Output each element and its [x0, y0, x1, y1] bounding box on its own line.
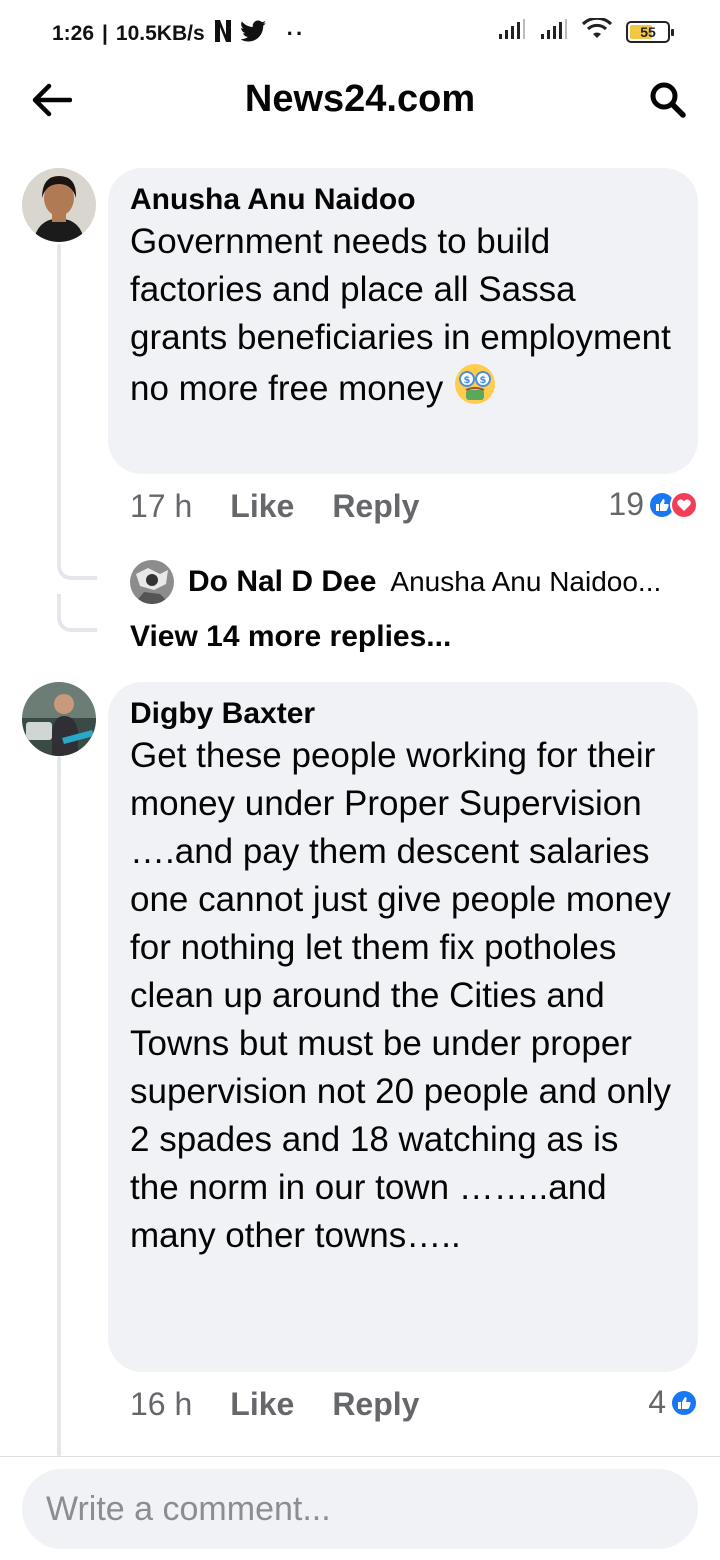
comment-text: Government needs to build factories and …: [130, 218, 676, 419]
comment-actions: 16 h Like Reply: [130, 1386, 457, 1423]
comment-time[interactable]: 17 h: [130, 488, 192, 525]
comment-author[interactable]: Digby Baxter: [130, 696, 676, 732]
battery-icon: 55: [626, 20, 674, 43]
reply-button[interactable]: Reply: [332, 1386, 419, 1423]
search-icon: [650, 82, 686, 118]
comment-author[interactable]: Anusha Anu Naidoo: [130, 182, 676, 218]
comment-input[interactable]: [22, 1469, 698, 1549]
reply-author[interactable]: Do Nal D Dee: [188, 565, 376, 599]
signal-icon: [498, 18, 526, 45]
netflix-icon: [213, 19, 233, 49]
avatar[interactable]: [130, 560, 174, 604]
comment-text: Get these people working for their money…: [130, 736, 681, 1255]
reply-button[interactable]: Reply: [332, 488, 419, 525]
comment-actions: 17 h Like Reply: [130, 488, 457, 525]
svg-text:$: $: [463, 375, 470, 386]
avatar[interactable]: [22, 682, 96, 756]
like-button[interactable]: Like: [230, 488, 294, 525]
like-button[interactable]: Like: [230, 1386, 294, 1423]
reply-preview[interactable]: Do Nal D Dee Anusha Anu Naidoo...: [130, 560, 700, 604]
comment-composer: [0, 1456, 720, 1560]
avatar[interactable]: [22, 168, 96, 242]
comment-bubble[interactable]: Digby Baxter Get these people working fo…: [108, 682, 698, 1372]
search-button[interactable]: [644, 78, 692, 122]
like-reaction-icon: [670, 1388, 698, 1417]
reaction-summary[interactable]: 19: [608, 486, 698, 523]
status-left: 1:26 | 10.5KB/s ··: [52, 19, 305, 49]
thread-line: [57, 756, 61, 1456]
status-time: 1:26: [52, 22, 95, 45]
reply-snippet: Anusha Anu Naidoo...: [390, 566, 662, 597]
thread-connector: [57, 594, 97, 632]
view-more-replies-link[interactable]: View 14 more replies...: [130, 620, 451, 654]
thread-line: [57, 244, 61, 564]
comment-time[interactable]: 16 h: [130, 1386, 192, 1423]
status-bar: 1:26 | 10.5KB/s ·· 55: [0, 0, 720, 64]
reaction-count: 4: [648, 1384, 666, 1420]
money-mouth-emoji: $ $: [453, 362, 497, 419]
comment-bubble[interactable]: Anusha Anu Naidoo Government needs to bu…: [108, 168, 698, 474]
app-header: News24.com: [0, 64, 720, 136]
signal-icon: [540, 18, 568, 45]
network-speed: 10.5KB/s: [115, 22, 205, 45]
page-title: News24.com: [244, 78, 476, 120]
status-right: 55: [498, 16, 674, 45]
twitter-icon: [239, 20, 267, 48]
reaction-summary[interactable]: 4: [648, 1384, 698, 1421]
reaction-count: 19: [608, 486, 644, 522]
battery-level: 55: [640, 23, 656, 40]
love-reaction-icon: [670, 490, 698, 519]
svg-text:$: $: [479, 375, 486, 386]
more-dots-icon: ··: [286, 21, 306, 46]
wifi-icon: [581, 16, 613, 45]
thread-connector: [57, 540, 97, 580]
